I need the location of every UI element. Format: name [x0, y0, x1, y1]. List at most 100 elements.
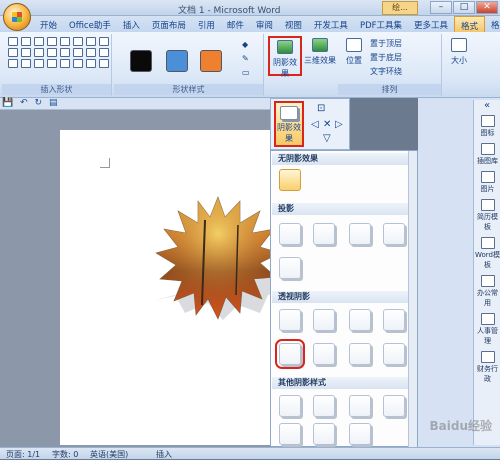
shape-item[interactable] [21, 48, 31, 57]
shape-item[interactable] [86, 37, 96, 46]
shape-item[interactable] [73, 48, 83, 57]
shape-item[interactable] [99, 37, 109, 46]
tp-item-word-templates[interactable]: Word模板 [474, 237, 500, 270]
drop-shadow-option[interactable] [279, 257, 301, 279]
nudge-shadow-right-icon[interactable]: ▷ [335, 119, 343, 130]
tp-item-office-common[interactable]: 办公常用 [474, 275, 500, 308]
collapse-pane-icon[interactable]: « [474, 100, 500, 111]
tab-view[interactable]: 视图 [279, 16, 308, 32]
shape-item[interactable] [60, 37, 70, 46]
shapes-gallery[interactable] [8, 37, 110, 68]
shape-item[interactable] [73, 59, 83, 68]
tab-references[interactable]: 引用 [192, 16, 221, 32]
style-swatch-blue[interactable] [166, 50, 188, 72]
shape-item[interactable] [60, 59, 70, 68]
drop-shadow-option[interactable] [279, 223, 301, 245]
no-shadow-option[interactable] [279, 169, 301, 191]
tab-home[interactable]: 开始 [34, 16, 63, 32]
star-shaped-picture[interactable] [150, 195, 285, 325]
shape-item[interactable] [86, 48, 96, 57]
save-icon[interactable]: 💾 [2, 98, 13, 108]
tab-mailings[interactable]: 邮件 [221, 16, 250, 32]
shape-item[interactable] [21, 37, 31, 46]
minimize-button[interactable]: – [430, 1, 452, 14]
drop-shadow-option[interactable] [383, 223, 405, 245]
shape-item[interactable] [34, 37, 44, 46]
shape-item[interactable] [60, 48, 70, 57]
perspective-shadow-option[interactable] [313, 309, 335, 331]
shape-item[interactable] [21, 59, 31, 68]
tp-item-clipart[interactable]: 插图库 [474, 143, 500, 166]
tab-office-assistant[interactable]: Office助手 [63, 16, 117, 32]
toggle-shadow-icon[interactable]: ✕ [323, 119, 331, 130]
other-shadow-option[interactable] [279, 423, 301, 445]
drop-shadow-option[interactable] [349, 223, 371, 245]
other-shadow-option[interactable] [383, 395, 405, 417]
tab-page-layout[interactable]: 页面布局 [146, 16, 192, 32]
office-button[interactable] [3, 3, 31, 31]
tab-pdf-tools[interactable]: PDF工具集 [354, 16, 408, 32]
nudge-shadow-down-icon[interactable]: ▽ [323, 133, 331, 144]
tp-item-hr[interactable]: 人事管理 [474, 313, 500, 346]
text-wrap-button[interactable]: 文字环绕 [370, 66, 402, 77]
perspective-shadow-option[interactable] [279, 309, 301, 331]
tab-review[interactable]: 审阅 [250, 16, 279, 32]
shape-item[interactable] [86, 59, 96, 68]
tab-format-drawing[interactable]: 格式 [454, 16, 486, 32]
style-swatch-orange[interactable] [200, 50, 222, 72]
nudge-shadow-left-icon[interactable]: ◁ [311, 119, 319, 130]
shadow-effects-dropdown-button[interactable]: 阴影效果 [274, 101, 304, 147]
undo-icon[interactable]: ↶ [20, 98, 28, 108]
tp-item-resume-templates[interactable]: 简历模板 [474, 199, 500, 232]
shape-item[interactable] [73, 37, 83, 46]
tp-item-pictures[interactable]: 图片 [474, 171, 500, 194]
perspective-shadow-option[interactable] [383, 309, 405, 331]
bring-to-front-button[interactable]: 置于顶层 [370, 38, 402, 49]
perspective-shadow-option[interactable] [349, 309, 371, 331]
size-button[interactable]: 大小 [446, 36, 472, 76]
fill-icon[interactable]: ◆ [242, 40, 248, 49]
maximize-button[interactable]: □ [453, 1, 475, 14]
other-shadow-option[interactable] [313, 395, 335, 417]
tp-item-finance[interactable]: 财务行政 [474, 351, 500, 384]
tab-more-tools[interactable]: 更多工具 [408, 16, 454, 32]
drop-shadow-option[interactable] [313, 223, 335, 245]
3d-effects-button[interactable]: 三维效果 [304, 36, 336, 76]
shape-item[interactable] [99, 59, 109, 68]
send-to-back-button[interactable]: 置于底层 [370, 52, 402, 63]
outline-icon[interactable]: ✎ [242, 54, 249, 63]
style-swatch-black[interactable] [130, 50, 152, 72]
tab-format[interactable]: 格式 [485, 16, 500, 32]
print-preview-icon[interactable]: ▤ [49, 98, 58, 108]
redo-icon[interactable]: ↻ [35, 98, 43, 108]
status-words[interactable]: 字数: 0 [52, 449, 78, 460]
tab-developer[interactable]: 开发工具 [308, 16, 354, 32]
perspective-shadow-option-selected[interactable] [275, 339, 305, 369]
shape-item[interactable] [34, 48, 44, 57]
perspective-shadow-option[interactable] [313, 343, 335, 365]
perspective-shadow-option[interactable] [383, 343, 405, 365]
shape-item[interactable] [8, 48, 18, 57]
perspective-shadow-option[interactable] [349, 343, 371, 365]
shape-item[interactable] [8, 59, 18, 68]
close-button[interactable]: ✕ [476, 1, 498, 14]
other-shadow-option[interactable] [279, 395, 301, 417]
shape-item[interactable] [47, 37, 57, 46]
shadow-on-off-icon[interactable]: ⊡ [317, 103, 325, 114]
gallery-scrollbar[interactable] [408, 151, 417, 448]
status-insert-mode[interactable]: 插入 [156, 449, 172, 460]
position-button[interactable]: 位置 [340, 36, 368, 76]
other-shadow-option[interactable] [349, 395, 371, 417]
tab-insert[interactable]: 插入 [117, 16, 146, 32]
status-language[interactable]: 英语(美国) [90, 449, 128, 460]
shape-item[interactable] [8, 37, 18, 46]
other-shadow-option[interactable] [349, 423, 371, 445]
shape-item[interactable] [47, 59, 57, 68]
shape-item[interactable] [99, 48, 109, 57]
other-shadow-option[interactable] [313, 423, 335, 445]
change-shape-icon[interactable]: ▭ [242, 68, 250, 77]
shape-item[interactable] [34, 59, 44, 68]
status-page[interactable]: 页面: 1/1 [6, 449, 40, 460]
tp-item-icons[interactable]: 图标 [474, 115, 500, 138]
shape-item[interactable] [47, 48, 57, 57]
